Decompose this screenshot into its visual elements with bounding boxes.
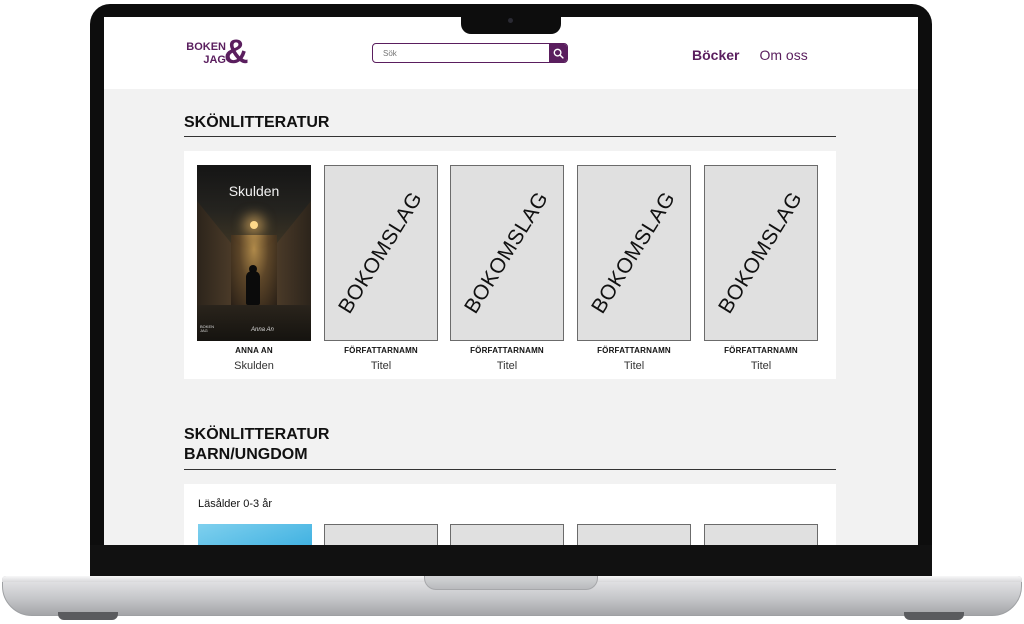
main-nav: Böcker Om oss [692,47,808,63]
camera-icon [508,18,513,23]
book-title[interactable]: Titel [577,360,691,372]
book-author: ANNA AN [235,346,273,355]
section-title-line: SKÖNLITTERATUR [184,426,330,443]
cover-art-lamp [250,221,258,229]
laptop-chin [90,545,932,577]
book-cover-placeholder[interactable]: BOKOMSLAG [450,165,564,341]
book-author: FÖRFATTARNAMN [597,346,671,355]
logo-wordmark: BOKEN JAG [184,41,226,67]
nav-link-books[interactable]: Böcker [692,47,739,63]
laptop-opening-notch [424,576,598,590]
logo-line-2: JAG [203,54,226,66]
age-group-label: Läsålder 0-3 år [198,498,272,510]
book-author: FÖRFATTARNAMN [470,346,544,355]
book-cover-placeholder[interactable]: BOKOMSLAG [704,165,818,341]
section-title-line: BARN/UNGDOM [184,446,308,463]
search-icon [553,48,564,59]
cover-art-figure [246,271,260,305]
section-divider [184,136,836,137]
section-divider [184,469,836,470]
book-cover-placeholder[interactable] [450,524,564,545]
section-title-children: SKÖNLITTERATUR BARN/UNGDOM [184,425,329,465]
search-input[interactable] [373,44,549,62]
cover-placeholder-text: BOKOMSLAG [334,187,428,318]
book-title[interactable]: Titel [450,360,564,372]
book-cover-placeholder[interactable]: BOKOMSLAG [577,165,691,341]
cover-title: Skulden [228,183,280,199]
browser-viewport: BOKEN JAG & Böcker Om oss SKÖN [104,17,918,545]
cover-placeholder-text: BOKOMSLAG [587,187,681,318]
book-cover-placeholder[interactable]: BOKOMSLAG [324,165,438,341]
book-title[interactable]: Titel [324,360,438,372]
cover-logo-line-2: JAG [200,328,208,333]
search-button[interactable] [549,44,567,62]
book-row-children: Läsålder 0-3 år [184,484,836,545]
nav-link-about[interactable]: Om oss [759,47,807,63]
laptop-mockup: BOKEN JAG & Böcker Om oss SKÖN [0,0,1024,624]
site-logo[interactable]: BOKEN JAG & [184,33,250,71]
logo-line-1: BOKEN [186,41,226,53]
cover-signature: Anna An [251,327,274,333]
book-cover-image[interactable] [198,524,312,545]
camera-notch [461,14,561,34]
laptop-foot [58,612,118,620]
book-cover-placeholder[interactable] [577,524,691,545]
book-cover-placeholder[interactable] [324,524,438,545]
book-cover-image[interactable]: Skulden BOKEN JAG Anna An [197,165,311,341]
cover-publisher-logo: BOKEN JAG [200,325,214,333]
logo-ampersand: & [224,33,249,71]
cover-placeholder-text: BOKOMSLAG [460,187,554,318]
search-bar [372,43,568,63]
book-row-fiction: Skulden BOKEN JAG Anna An ANNA AN Skulde… [184,151,836,379]
book-author: FÖRFATTARNAMN [344,346,418,355]
book-cover-placeholder[interactable] [704,524,818,545]
section-title-fiction: SKÖNLITTERATUR [184,114,330,131]
book-title[interactable]: Skulden [197,360,311,372]
cover-placeholder-text: BOKOMSLAG [714,187,808,318]
laptop-foot [904,612,964,620]
book-title[interactable]: Titel [704,360,818,372]
book-author: FÖRFATTARNAMN [724,346,798,355]
cover-art-floor [197,305,311,341]
